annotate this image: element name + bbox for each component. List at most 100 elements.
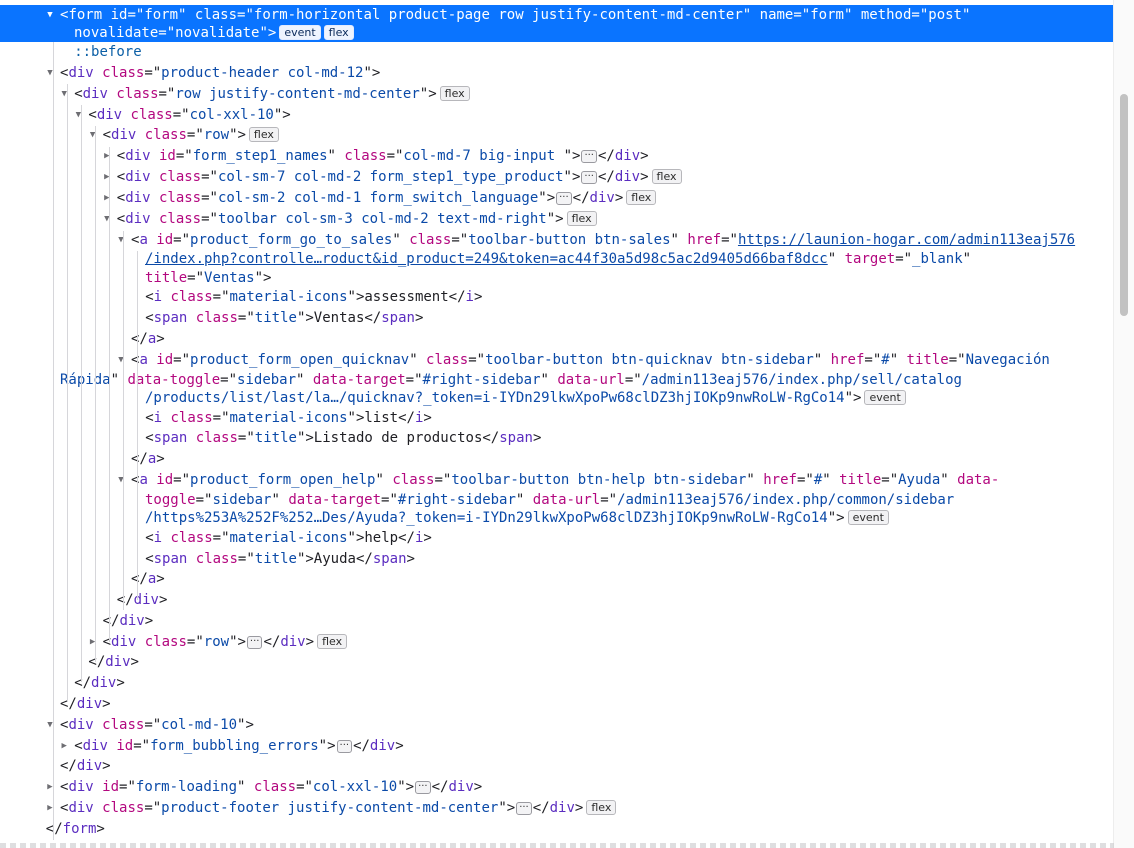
expand-triangle-icon[interactable]: ▶ bbox=[101, 188, 113, 209]
collapsed-children-ellipsis[interactable]: ··· bbox=[581, 150, 597, 163]
collapsed-children-ellipsis[interactable]: ··· bbox=[581, 171, 597, 184]
flex-badge[interactable]: flex bbox=[323, 25, 354, 40]
node-markup: <div id="form-loading" class="col-xxl-10… bbox=[60, 777, 482, 798]
dom-node-row[interactable]: <i class="material-icons">assessment</i> bbox=[0, 287, 1114, 308]
dom-node-row[interactable]: ▼ <div class="col-xxl-10"> bbox=[0, 105, 1114, 126]
punctuation: < bbox=[74, 738, 83, 754]
dom-node-row[interactable]: </div> bbox=[0, 694, 1114, 715]
scroll-thumb[interactable] bbox=[1120, 94, 1128, 316]
collapsed-children-ellipsis[interactable]: ··· bbox=[336, 740, 353, 753]
attribute-link[interactable]: /index.php?controlle…roduct&id_product=2… bbox=[145, 251, 828, 267]
dom-node-row[interactable]: </a> bbox=[0, 449, 1114, 470]
event-badge[interactable]: event bbox=[864, 390, 906, 405]
dom-node-row[interactable]: ▶ <div id="form_bubbling_errors"> ··· </div… bbox=[0, 736, 1114, 757]
dom-node-row[interactable]: ::before bbox=[0, 42, 1114, 63]
dom-node-continuation: novalidate="novalidate"> event flex bbox=[0, 24, 1114, 42]
collapse-triangle-icon[interactable]: ▼ bbox=[58, 84, 70, 105]
expand-triangle-icon[interactable]: ▶ bbox=[44, 777, 56, 798]
node-markup: </form> bbox=[46, 819, 105, 840]
dom-node-row[interactable]: ▶ <div class="product-footer justify-cont… bbox=[0, 798, 1114, 819]
dom-node-row[interactable]: <span class="title">Ayuda</span> bbox=[0, 549, 1114, 570]
dom-node-row[interactable]: <i class="material-icons">list</i> bbox=[0, 408, 1114, 429]
dom-node-row[interactable]: ▶ <div class="col-sm-2 col-md-1 form_swit… bbox=[0, 188, 1114, 209]
collapsed-children-ellipsis[interactable]: ··· bbox=[556, 192, 572, 205]
dom-node-row[interactable]: <span class="title">Ventas</span> bbox=[0, 308, 1114, 329]
dom-node-row[interactable]: <span class="title">Listado de productos… bbox=[0, 428, 1114, 449]
dom-node-row[interactable]: </form> bbox=[0, 819, 1114, 840]
collapse-triangle-icon[interactable]: ▼ bbox=[72, 105, 84, 126]
collapsed-children-ellipsis[interactable]: ··· bbox=[415, 781, 431, 794]
scrollbar[interactable] bbox=[1113, 0, 1134, 848]
flex-badge[interactable]: flex bbox=[626, 190, 657, 205]
collapse-triangle-icon[interactable]: ▼ bbox=[44, 715, 56, 736]
node-markup: Rápida" data-toggle="sidebar" data-targe… bbox=[60, 371, 962, 389]
dom-node-row[interactable]: ▼ <a id="product_form_open_help" class="t… bbox=[0, 470, 1114, 491]
tag-name: i bbox=[153, 289, 163, 305]
node-markup: <div class="col-xxl-10"> bbox=[88, 105, 290, 126]
punctuation: =" bbox=[212, 530, 230, 546]
attribute-value: /admin113eaj576/index.php/common/sidebar bbox=[617, 492, 955, 508]
tag-name: div bbox=[589, 190, 615, 206]
attribute-name: class bbox=[122, 107, 173, 123]
dom-node-row[interactable]: ▼ <div class="toolbar col-sm-3 col-md-2 t… bbox=[0, 209, 1114, 230]
expand-triangle-icon[interactable]: ▶ bbox=[101, 146, 113, 167]
collapse-triangle-icon[interactable]: ▼ bbox=[101, 209, 113, 230]
expand-triangle-icon[interactable]: ▶ bbox=[101, 167, 113, 188]
attribute-value: form bbox=[144, 7, 179, 23]
dom-node-row[interactable]: </div> bbox=[0, 611, 1114, 632]
collapse-triangle-icon[interactable]: ▼ bbox=[87, 125, 99, 146]
dom-node-row[interactable]: </div> bbox=[0, 756, 1114, 777]
dom-node-row[interactable]: <i class="material-icons">help</i> bbox=[0, 528, 1114, 549]
attribute-link[interactable]: https://launion-hogar.com/admin113eaj576 bbox=[738, 232, 1075, 248]
collapsed-children-ellipsis[interactable]: ··· bbox=[246, 636, 263, 649]
punctuation: "> bbox=[273, 107, 291, 123]
node-markup: <i class="material-icons">list</i> bbox=[145, 408, 432, 429]
punctuation: </ bbox=[74, 675, 92, 691]
attribute-name: class bbox=[245, 779, 297, 795]
flex-badge[interactable]: flex bbox=[566, 211, 597, 226]
dom-node-row[interactable]: </div> bbox=[0, 652, 1114, 673]
expand-triangle-icon[interactable]: ▶ bbox=[58, 736, 70, 757]
punctuation: =" bbox=[237, 551, 255, 567]
collapse-triangle-icon[interactable]: ▼ bbox=[44, 5, 56, 25]
dom-node-row[interactable]: ▼ <a id="product_form_go_to_sales" class=… bbox=[0, 230, 1114, 251]
dom-node-row[interactable]: ▼ <div class="row justify-content-md-cent… bbox=[0, 84, 1114, 105]
dom-node-row[interactable]: </div> bbox=[0, 590, 1114, 611]
dom-node-row[interactable]: ▼ <form id="form" class="form-horizontal … bbox=[0, 5, 1114, 25]
dom-node-row[interactable]: ▶ <div id="form-loading" class="col-xxl-1… bbox=[0, 777, 1114, 798]
punctuation: < bbox=[102, 127, 112, 143]
tag-name: span bbox=[381, 310, 415, 326]
next-line-cut-off bbox=[0, 843, 1114, 848]
dom-node-row[interactable]: </a> bbox=[0, 329, 1114, 350]
attribute-value: sidebar bbox=[237, 372, 297, 388]
collapse-triangle-icon[interactable]: ▼ bbox=[115, 230, 127, 251]
attribute-value: product-header col-md-12 bbox=[161, 65, 364, 81]
collapse-triangle-icon[interactable]: ▼ bbox=[115, 350, 127, 371]
dom-node-row[interactable]: </a> bbox=[0, 569, 1114, 590]
dom-node-row[interactable]: ▶ <div id="form_step1_names" class="col-m… bbox=[0, 146, 1114, 167]
dom-node-row[interactable]: ▼ <a id="product_form_open_quicknav" clas… bbox=[0, 350, 1114, 371]
punctuation: =" bbox=[237, 7, 254, 23]
expand-triangle-icon[interactable]: ▶ bbox=[87, 632, 99, 653]
event-badge[interactable]: event bbox=[847, 510, 889, 525]
dom-node-row[interactable]: ▼ <div class="product-header col-md-12"> bbox=[0, 63, 1114, 84]
dom-node-row[interactable]: ▶ <div class="col-sm-7 col-md-2 form_step… bbox=[0, 167, 1114, 188]
dom-node-row[interactable]: </div> bbox=[0, 673, 1114, 694]
flex-badge[interactable]: flex bbox=[439, 86, 470, 101]
collapse-triangle-icon[interactable]: ▼ bbox=[115, 470, 127, 491]
event-badge[interactable]: event bbox=[279, 25, 321, 40]
node-markup: <div class="product-header col-md-12"> bbox=[60, 63, 380, 84]
flex-badge[interactable]: flex bbox=[317, 634, 348, 649]
dom-node-row[interactable]: ▼ <div class="col-md-10"> bbox=[0, 715, 1114, 736]
dom-node-row[interactable]: ▼ <div class="row"> flex bbox=[0, 125, 1114, 146]
collapsed-children-ellipsis[interactable]: ··· bbox=[516, 802, 532, 815]
flex-badge[interactable]: flex bbox=[248, 127, 279, 142]
expand-triangle-icon[interactable]: ▶ bbox=[44, 798, 56, 819]
punctuation: </ bbox=[45, 821, 63, 837]
collapse-triangle-icon[interactable]: ▼ bbox=[44, 63, 56, 84]
flex-badge[interactable]: flex bbox=[586, 800, 617, 815]
punctuation: "> bbox=[419, 86, 437, 102]
dom-node-row[interactable]: ▶ <div class="row"> ··· </div> flex bbox=[0, 632, 1114, 653]
node-markup: <div class="row"> flex bbox=[103, 125, 279, 146]
flex-badge[interactable]: flex bbox=[651, 169, 682, 184]
